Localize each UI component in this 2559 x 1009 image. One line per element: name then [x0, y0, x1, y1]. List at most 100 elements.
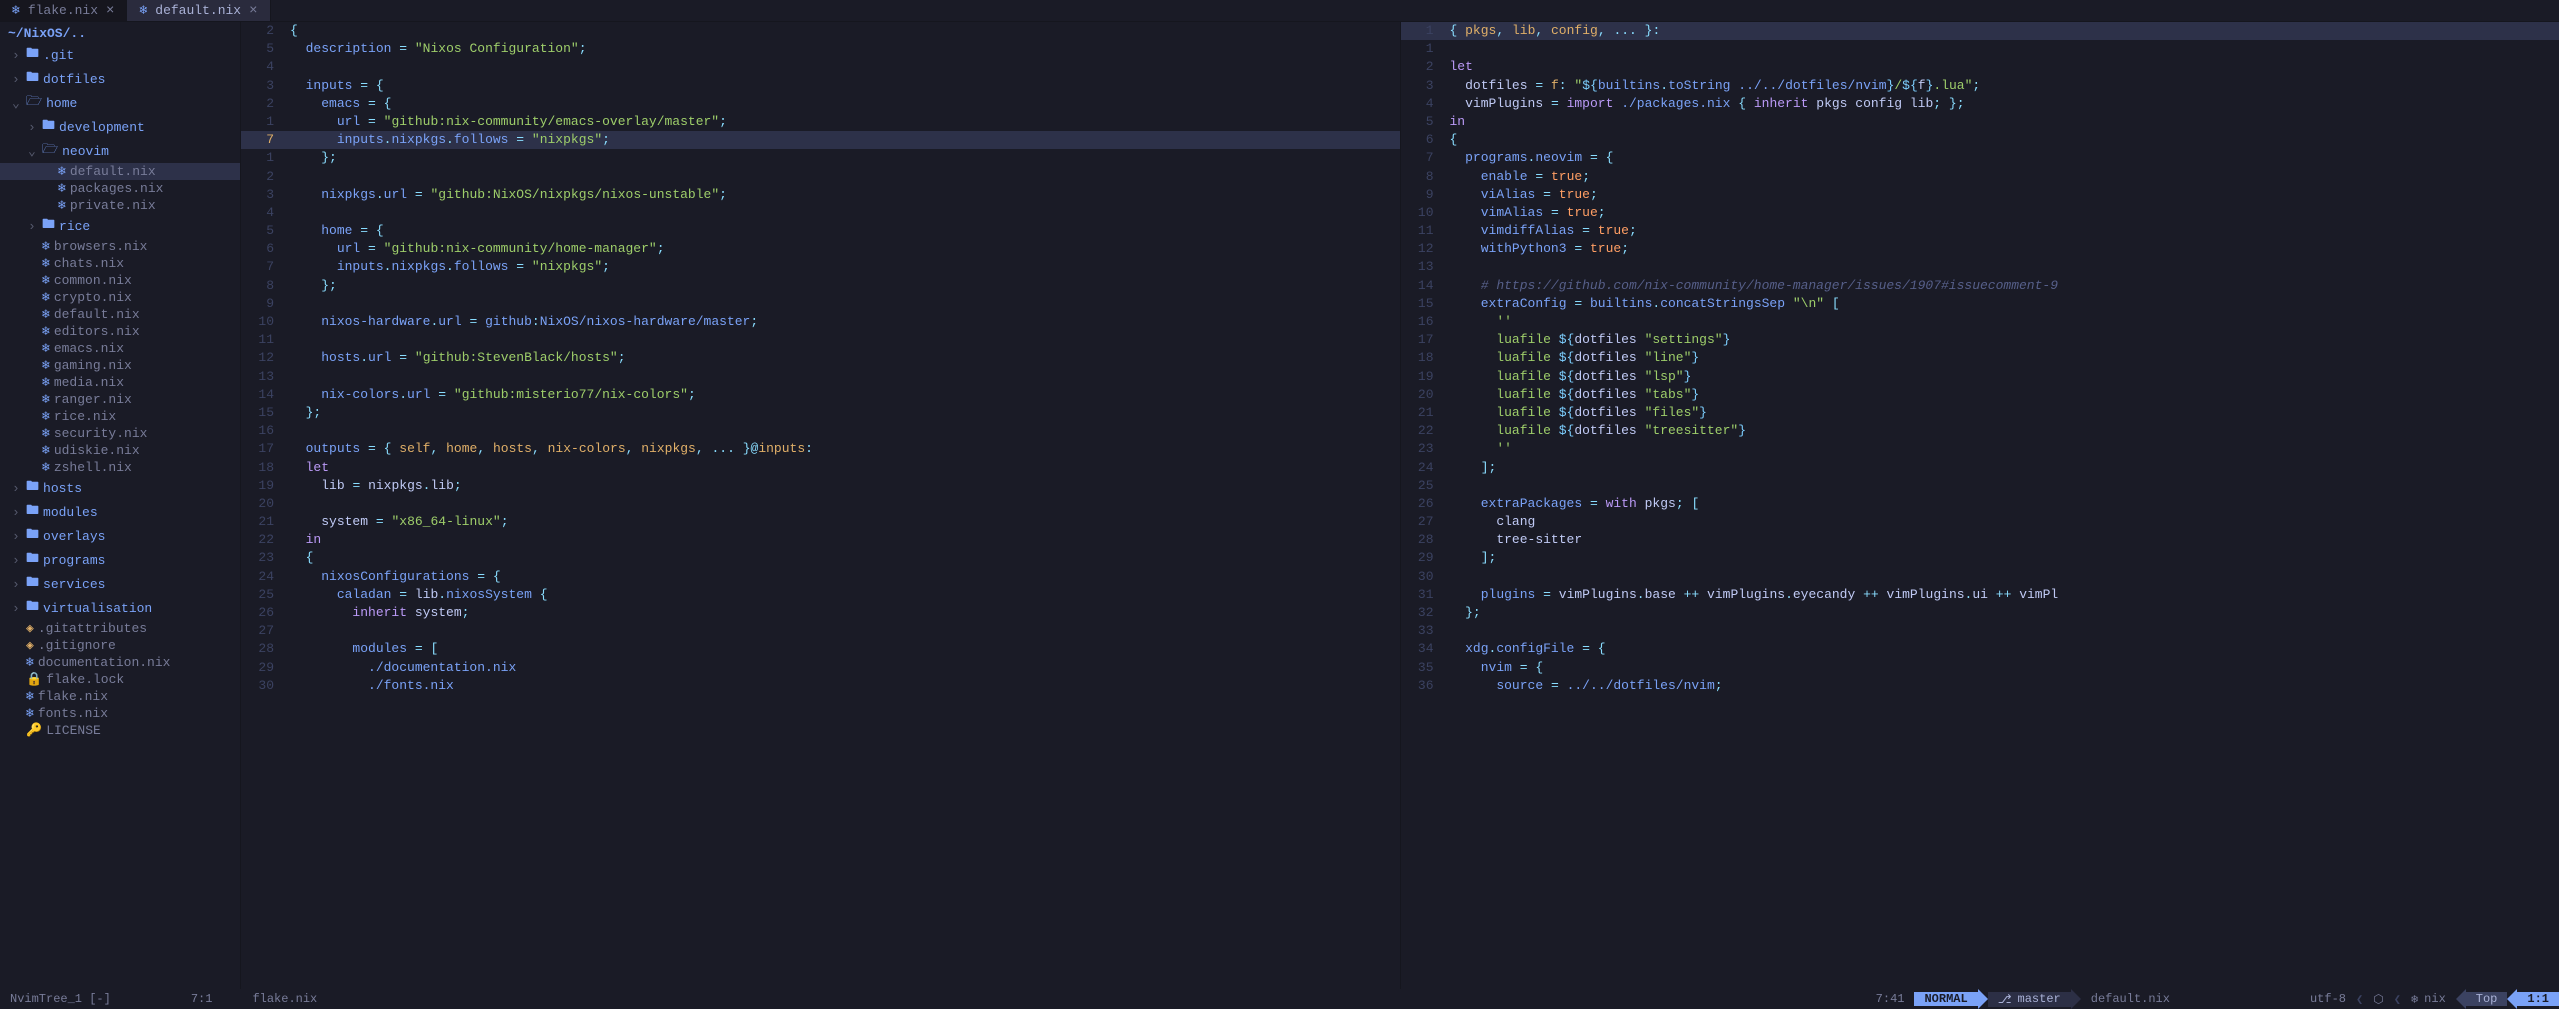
- code-line[interactable]: 26 inherit system;: [241, 604, 1400, 622]
- code-line[interactable]: 21 system = "x86_64-linux";: [241, 513, 1400, 531]
- code-line[interactable]: 1 };: [241, 149, 1400, 167]
- code-line[interactable]: 24 ];: [1401, 459, 2559, 477]
- tree-item[interactable]: ❄zshell.nix: [0, 459, 240, 476]
- code-line[interactable]: 30: [1401, 568, 2559, 586]
- code-line[interactable]: 14 # https://github.com/nix-community/ho…: [1401, 277, 2559, 295]
- code-line[interactable]: 27 clang: [1401, 513, 2559, 531]
- close-icon[interactable]: ×: [106, 3, 114, 19]
- code-line[interactable]: 2: [241, 168, 1400, 186]
- tab[interactable]: ❄flake.nix×: [0, 0, 127, 21]
- code-line[interactable]: 4: [241, 204, 1400, 222]
- code-line[interactable]: 10 nixos-hardware.url = github:NixOS/nix…: [241, 313, 1400, 331]
- tree-item[interactable]: ›🖿services: [0, 572, 240, 596]
- tree-item[interactable]: ❄security.nix: [0, 425, 240, 442]
- code-line[interactable]: 15 };: [241, 404, 1400, 422]
- tree-item[interactable]: ❄browsers.nix: [0, 238, 240, 255]
- tree-item[interactable]: ❄chats.nix: [0, 255, 240, 272]
- code-line[interactable]: 11: [241, 331, 1400, 349]
- code-line[interactable]: 7 inputs.nixpkgs.follows = "nixpkgs";: [241, 258, 1400, 276]
- tree-item[interactable]: ❄editors.nix: [0, 323, 240, 340]
- code-line[interactable]: 8 enable = true;: [1401, 168, 2559, 186]
- editor-pane-right[interactable]: 1{ pkgs, lib, config, ... }:12let3 dotfi…: [1400, 22, 2559, 989]
- tree-item[interactable]: ›🖿programs: [0, 548, 240, 572]
- code-line[interactable]: 24 nixosConfigurations = {: [241, 568, 1400, 586]
- code-line[interactable]: 17 outputs = { self, home, hosts, nix-co…: [241, 440, 1400, 458]
- code-line[interactable]: 6{: [1401, 131, 2559, 149]
- code-line[interactable]: 26 extraPackages = with pkgs; [: [1401, 495, 2559, 513]
- code-line[interactable]: 7 inputs.nixpkgs.follows = "nixpkgs";: [241, 131, 1400, 149]
- code-line[interactable]: 21 luafile ${dotfiles "files"}: [1401, 404, 2559, 422]
- code-line[interactable]: 12 hosts.url = "github:StevenBlack/hosts…: [241, 349, 1400, 367]
- code-line[interactable]: 15 extraConfig = builtins.concatStringsS…: [1401, 295, 2559, 313]
- code-line[interactable]: 20: [241, 495, 1400, 513]
- code-line[interactable]: 35 nvim = {: [1401, 659, 2559, 677]
- code-line[interactable]: 11 vimdiffAlias = true;: [1401, 222, 2559, 240]
- code-line[interactable]: 13: [1401, 258, 2559, 276]
- code-line[interactable]: 12 withPython3 = true;: [1401, 240, 2559, 258]
- code-line[interactable]: 27: [241, 622, 1400, 640]
- tree-item[interactable]: ›🖿dotfiles: [0, 67, 240, 91]
- code-line[interactable]: 36 source = ../../dotfiles/nvim;: [1401, 677, 2559, 695]
- tree-item[interactable]: ❄fonts.nix: [0, 705, 240, 722]
- code-line[interactable]: 31 plugins = vimPlugins.base ++ vimPlugi…: [1401, 586, 2559, 604]
- tree-item[interactable]: ❄udiskie.nix: [0, 442, 240, 459]
- code-line[interactable]: 9 viAlias = true;: [1401, 186, 2559, 204]
- code-line[interactable]: 28 modules = [: [241, 640, 1400, 658]
- tree-item[interactable]: ❄default.nix: [0, 306, 240, 323]
- code-line[interactable]: 6 url = "github:nix-community/home-manag…: [241, 240, 1400, 258]
- tree-item[interactable]: ❄ranger.nix: [0, 391, 240, 408]
- close-icon[interactable]: ×: [249, 3, 257, 19]
- tab[interactable]: ❄default.nix×: [127, 0, 270, 21]
- code-line[interactable]: 1{ pkgs, lib, config, ... }:: [1401, 22, 2559, 40]
- tree-item[interactable]: ›🖿development: [0, 115, 240, 139]
- tree-item[interactable]: ›🖿hosts: [0, 476, 240, 500]
- code-line[interactable]: 19 luafile ${dotfiles "lsp"}: [1401, 368, 2559, 386]
- code-line[interactable]: 29 ];: [1401, 549, 2559, 567]
- code-line[interactable]: 4 vimPlugins = import ./packages.nix { i…: [1401, 95, 2559, 113]
- tree-item[interactable]: ❄flake.nix: [0, 688, 240, 705]
- code-line[interactable]: 22 in: [241, 531, 1400, 549]
- code-line[interactable]: 32 };: [1401, 604, 2559, 622]
- tree-item[interactable]: ❄crypto.nix: [0, 289, 240, 306]
- code-line[interactable]: 4: [241, 58, 1400, 76]
- code-line[interactable]: 5in: [1401, 113, 2559, 131]
- code-line[interactable]: 25: [1401, 477, 2559, 495]
- code-line[interactable]: 33: [1401, 622, 2559, 640]
- tree-item[interactable]: ❄common.nix: [0, 272, 240, 289]
- tree-item[interactable]: ◈.gitignore: [0, 637, 240, 654]
- tree-item[interactable]: ›🖿rice: [0, 214, 240, 238]
- tree-item[interactable]: ◈.gitattributes: [0, 620, 240, 637]
- tree-item[interactable]: 🔒flake.lock: [0, 671, 240, 688]
- editor-pane-left[interactable]: 2{5 description = "Nixos Configuration";…: [240, 22, 1400, 989]
- code-line[interactable]: 16: [241, 422, 1400, 440]
- code-line[interactable]: 10 vimAlias = true;: [1401, 204, 2559, 222]
- code-line[interactable]: 13: [241, 368, 1400, 386]
- tree-item[interactable]: ›🖿modules: [0, 500, 240, 524]
- tree-item[interactable]: ›🖿overlays: [0, 524, 240, 548]
- code-line[interactable]: 3 nixpkgs.url = "github:NixOS/nixpkgs/ni…: [241, 186, 1400, 204]
- code-line[interactable]: 17 luafile ${dotfiles "settings"}: [1401, 331, 2559, 349]
- code-line[interactable]: 1 url = "github:nix-community/emacs-over…: [241, 113, 1400, 131]
- code-line[interactable]: 9: [241, 295, 1400, 313]
- code-line[interactable]: 8 };: [241, 277, 1400, 295]
- code-line[interactable]: 2{: [241, 22, 1400, 40]
- tree-item[interactable]: ❄packages.nix: [0, 180, 240, 197]
- code-line[interactable]: 23 {: [241, 549, 1400, 567]
- tree-item[interactable]: ›🖿.git: [0, 43, 240, 67]
- code-line[interactable]: 28 tree-sitter: [1401, 531, 2559, 549]
- tree-item[interactable]: ❄emacs.nix: [0, 340, 240, 357]
- code-line[interactable]: 3 inputs = {: [241, 77, 1400, 95]
- tree-item[interactable]: ❄gaming.nix: [0, 357, 240, 374]
- code-line[interactable]: 18 luafile ${dotfiles "line"}: [1401, 349, 2559, 367]
- tree-item[interactable]: ❄default.nix: [0, 163, 240, 180]
- code-line[interactable]: 20 luafile ${dotfiles "tabs"}: [1401, 386, 2559, 404]
- code-line[interactable]: 25 caladan = lib.nixosSystem {: [241, 586, 1400, 604]
- code-line[interactable]: 19 lib = nixpkgs.lib;: [241, 477, 1400, 495]
- code-line[interactable]: 2let: [1401, 58, 2559, 76]
- code-line[interactable]: 2 emacs = {: [241, 95, 1400, 113]
- tree-item[interactable]: 🔑LICENSE: [0, 722, 240, 739]
- tree-item[interactable]: ❄documentation.nix: [0, 654, 240, 671]
- code-line[interactable]: 1: [1401, 40, 2559, 58]
- code-line[interactable]: 23 '': [1401, 440, 2559, 458]
- tree-item[interactable]: ❄private.nix: [0, 197, 240, 214]
